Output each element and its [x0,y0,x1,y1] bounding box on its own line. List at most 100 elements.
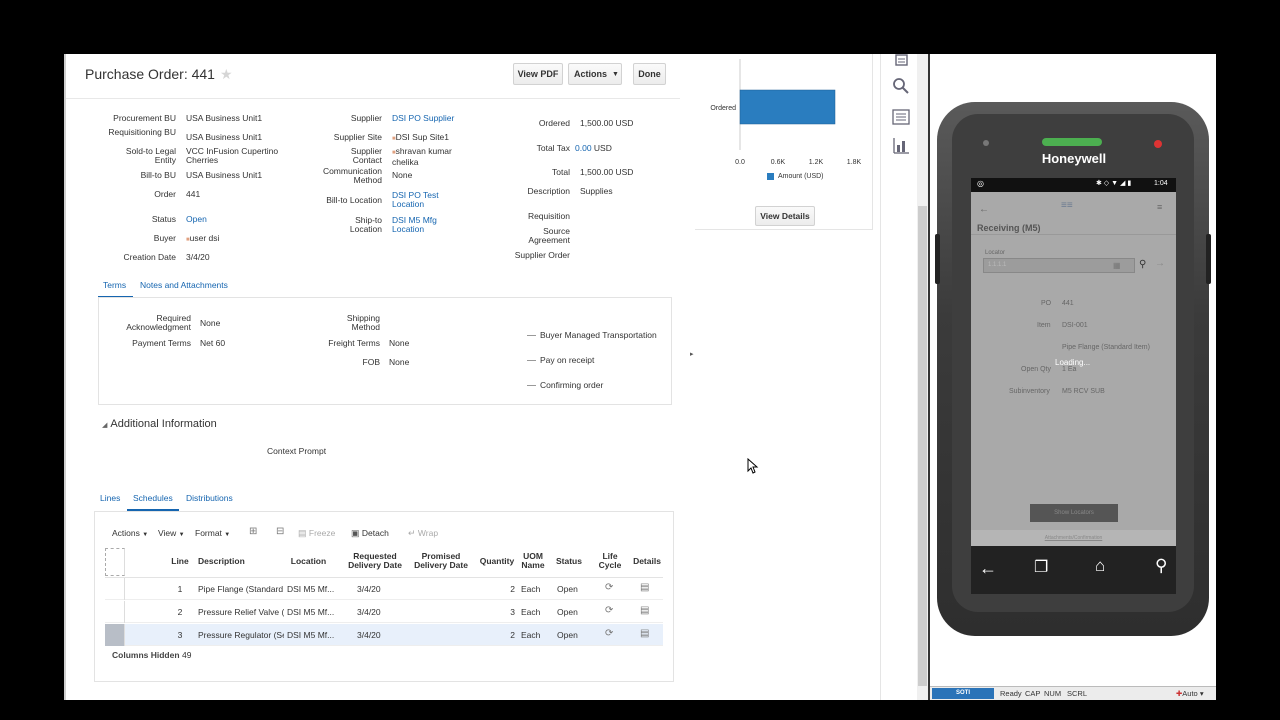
show-locators-button[interactable]: Show Locators [1030,504,1118,522]
cell-location[interactable]: DSI M5 Mf... [287,607,337,617]
buyer-label: Buyer [153,233,176,243]
cell-uom: Each [521,607,541,617]
col-status[interactable]: Status [551,557,587,566]
cell-location[interactable]: DSI M5 Mf... [287,630,337,640]
col-life-cycle[interactable]: Life Cycle [596,552,624,570]
tab-lines[interactable]: Lines [100,493,120,503]
mouse-cursor-icon [747,458,759,474]
table-row[interactable]: 1 Pipe Flange (Standard DSI M5 Mf... 3/4/20… [105,578,663,600]
cell-requested: 3/4/20 [357,584,381,594]
tab-schedules[interactable]: Schedules [133,493,173,503]
chart-category-label: Ordered [710,105,736,112]
actions-menu-button[interactable]: Actions ▼ [568,63,622,85]
zoom-auto-menu[interactable]: ✚Auto ▾ [1176,689,1204,698]
col-details[interactable]: Details [630,557,664,566]
additional-info-header[interactable]: ◢ Additional Information [102,418,217,430]
status-value[interactable]: Open [186,215,207,224]
details-icon[interactable]: ▤ [640,605,649,616]
row-selector[interactable] [105,601,125,623]
table-row[interactable]: 3 Pressure Regulator (Se DSI M5 Mf... 3/4/2… [105,624,663,646]
column-edit-icon[interactable]: ⊟ [276,526,284,537]
col-uom-name[interactable]: UOM Name [519,552,547,570]
nav-back-icon[interactable]: ← [979,558,997,579]
analytics-icon[interactable] [891,136,911,156]
side-volume-button[interactable] [1206,234,1211,284]
tab-terms[interactable]: Terms [103,280,126,290]
total-label: Total [552,167,570,177]
table-actions-menu[interactable]: Actions ▼ [112,528,148,538]
search-icon[interactable]: ⚲ [1139,259,1146,270]
next-arrow-icon[interactable]: → [1155,258,1165,269]
keyboard-icon[interactable]: ▦ [1113,261,1121,270]
cell-requested: 3/4/20 [357,607,381,617]
unchecked-icon [527,385,536,387]
details-icon[interactable]: ▤ [640,582,649,593]
splitter-arrow-icon[interactable]: ▸ [690,350,694,358]
cell-location[interactable]: DSI M5 Mf... [287,584,337,594]
favorite-star-icon[interactable]: ★ [220,66,233,83]
col-quantity[interactable]: Quantity [475,557,519,566]
bill-to-location-value[interactable]: DSI PO Test Location [392,191,452,209]
row-selector-header[interactable] [105,548,125,576]
supplier-contact-value[interactable]: ■shravan kumar chelika [392,147,462,167]
bill-to-location-label: Bill-to Location [326,195,382,205]
freight-terms-value: None [389,338,410,348]
order-value: 441 [186,189,201,199]
row-selector[interactable] [105,624,125,646]
cell-description: Pressure Regulator (Se [198,630,284,640]
col-location[interactable]: Location [286,557,331,566]
chart-x-tick-label: 0.0 [735,159,745,166]
clipboard-icon[interactable] [891,54,911,72]
menu-icon[interactable]: ≡ [1157,202,1162,212]
query-by-example-icon[interactable]: ⊞ [249,526,257,537]
back-arrow-icon[interactable]: ← [979,204,989,215]
details-icon[interactable]: ▤ [640,628,649,639]
required-ack-label: Required Acknowledgment [126,313,191,332]
nav-recents-icon[interactable]: ❐ [1034,557,1048,577]
supplier-site-value[interactable]: ■DSI Sup Site1 [392,133,449,144]
subinventory-value: M5 RCV SUB [1062,388,1105,395]
cell-uom: Each [521,584,541,594]
done-button[interactable]: Done [633,63,666,85]
scrollbar-thumb[interactable] [918,206,927,686]
col-description[interactable]: Description [198,557,258,566]
view-pdf-button[interactable]: View PDF [513,63,563,85]
soti-remote-window: Honeywell ◎ ✱ ◇ ▼ ◢ ▮ 1:04 ← ≡≡ ≡ Receiv… [928,54,1216,700]
life-cycle-icon[interactable]: ⟳ [605,605,613,616]
list-icon[interactable] [891,107,911,127]
total-tax-link[interactable]: 0.00 [575,143,592,153]
nav-search-icon[interactable]: ⚲ [1155,556,1167,576]
table-row[interactable]: 2 Pressure Relief Valve (I DSI M5 Mf... 3/4… [105,601,663,623]
supplier-value[interactable]: DSI PO Supplier [392,114,454,123]
row-selector[interactable] [105,578,125,600]
buyer-value[interactable]: ■user dsi [186,234,219,245]
vertical-scrollbar[interactable] [917,54,928,700]
status-clock: 1:04 [1154,180,1168,187]
search-icon[interactable] [891,76,911,96]
status-cap: CAP [1025,689,1041,698]
side-scan-button[interactable] [935,234,940,284]
life-cycle-icon[interactable]: ⟳ [605,628,613,639]
payment-terms-value: Net 60 [200,338,226,348]
soti-progress: SOTI [932,688,994,699]
col-requested-delivery[interactable]: Requested Delivery Date [344,552,406,570]
view-details-button[interactable]: View Details [755,206,815,226]
notification-icon: ◎ [977,179,984,188]
supplier-contact-label: Supplier Contact [350,146,382,165]
attachments-link[interactable]: Attachments/Confirmation [971,530,1176,546]
life-cycle-icon[interactable]: ⟳ [605,582,613,593]
table-view-menu[interactable]: View ▼ [158,528,185,538]
android-nav-bar: ← ❐ ⌂ ⚲ [971,546,1176,594]
tab-notes-attachments[interactable]: Notes and Attachments [140,280,228,290]
table-format-menu[interactable]: Format ▼ [195,528,230,538]
android-status-bar: ◎ ✱ ◇ ▼ ◢ ▮ 1:04 [971,178,1176,192]
nav-home-icon[interactable]: ⌂ [1095,556,1105,576]
bill-to-bu-label: Bill-to BU [140,170,176,180]
col-line[interactable]: Line [168,557,192,566]
detach-button[interactable]: ▣ Detach [351,528,389,539]
tab-distributions[interactable]: Distributions [186,493,233,503]
chart-bar[interactable] [739,89,836,125]
device-screen[interactable]: ◎ ✱ ◇ ▼ ◢ ▮ 1:04 ← ≡≡ ≡ Receiving (M5) L… [971,178,1176,546]
ship-to-location-value[interactable]: DSI M5 Mfg Location [392,216,452,234]
col-promised-delivery[interactable]: Promised Delivery Date [411,552,471,570]
